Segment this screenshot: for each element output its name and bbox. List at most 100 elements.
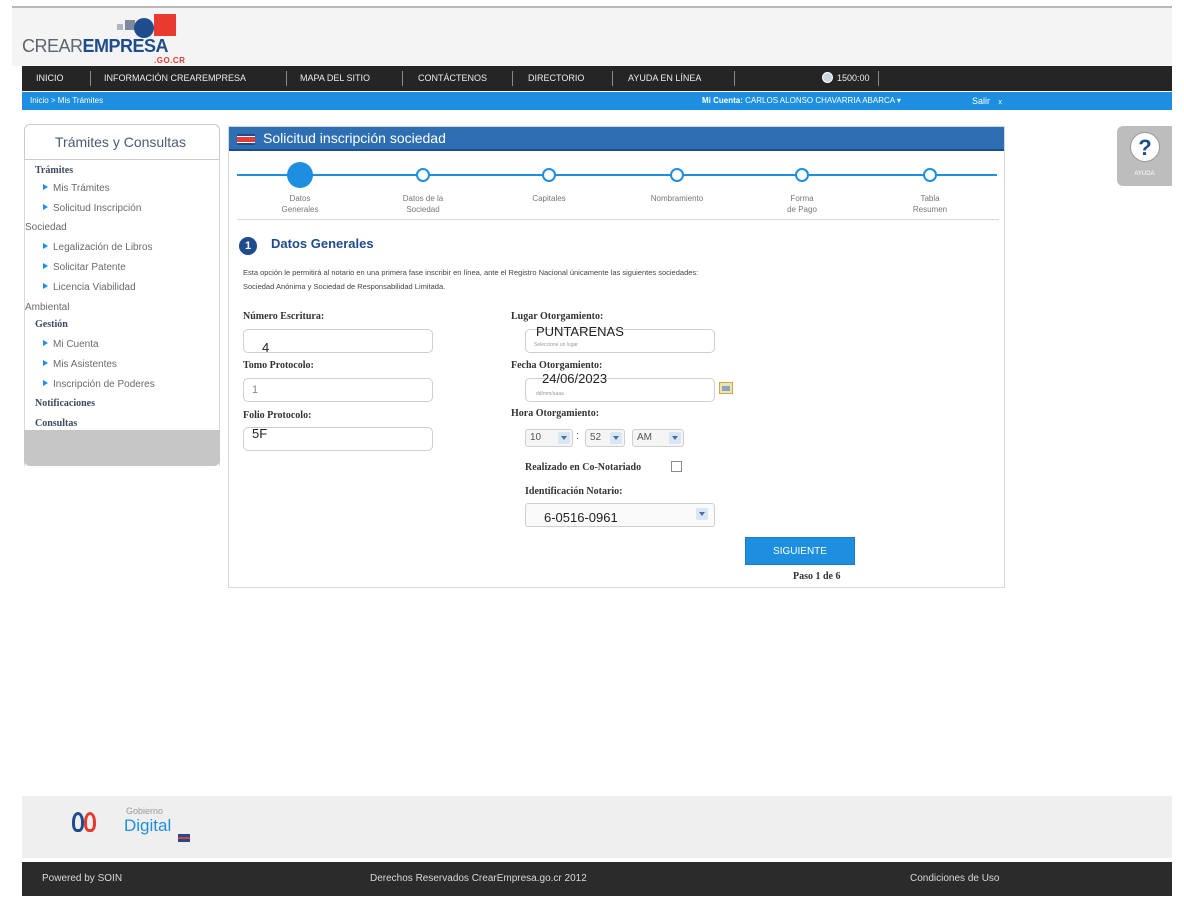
nav-informacion[interactable]: INFORMACIÓN CREAREMPRESA — [104, 66, 246, 91]
logout-link[interactable]: Salir x — [972, 92, 1002, 112]
gobierno-digital-logo-icon — [72, 806, 102, 836]
nav-ayuda[interactable]: AYUDA EN LÍNEA — [628, 66, 701, 91]
panel-title: Solicitud inscripción sociedad — [263, 130, 446, 146]
minuto-select[interactable]: 52 — [585, 429, 625, 447]
step-6-dot[interactable] — [923, 168, 937, 182]
account-menu[interactable]: Mi Cuenta: CARLOS ALONSO CHAVARRIA ABARC… — [702, 92, 901, 110]
hora-select[interactable]: 10 — [525, 429, 573, 447]
fecha-otorgamiento-input[interactable]: 24/06/2023 dd/mm/aaaa — [525, 371, 715, 402]
hora-select-value: 10 — [530, 432, 542, 443]
sidebar-item-mi-cuenta[interactable]: Mi Cuenta — [43, 339, 99, 350]
logo-circle — [134, 18, 154, 38]
main-nav: INICIO INFORMACIÓN CREAREMPRESA MAPA DEL… — [22, 66, 1172, 91]
step-2-dot[interactable] — [416, 168, 430, 182]
chevron-down-icon — [610, 432, 622, 444]
lugar-otorgamiento-label: Lugar Otorgamiento: — [511, 311, 604, 322]
sidebar-item-licencia[interactable]: Licencia Viabilidad — [43, 282, 136, 293]
step-5-dot[interactable] — [795, 168, 809, 182]
powered-by: Powered by SOIN — [42, 873, 123, 884]
sidebar-item-asistentes[interactable]: Mis Asistentes — [43, 359, 117, 370]
folio-protocolo-input[interactable]: 5F — [243, 426, 433, 451]
minuto-select-value: 52 — [590, 432, 602, 443]
gobierno-digital-big: Digital — [124, 816, 172, 835]
gobierno-digital-small: Gobierno — [126, 806, 164, 816]
chevron-down-icon — [696, 508, 708, 520]
session-timer-value: 1500:00 — [837, 73, 870, 83]
account-name: CARLOS ALONSO CHAVARRIA ABARCA — [745, 96, 895, 105]
nav-separator — [612, 71, 613, 86]
sidebar-item-label: Solicitud Inscripción — [53, 203, 142, 214]
account-label: Mi Cuenta: — [702, 96, 743, 105]
sidebar-item-legalizacion[interactable]: Legalización de Libros — [43, 242, 153, 253]
terms-link[interactable]: Condiciones de Uso — [910, 862, 1000, 896]
clock-icon — [822, 72, 833, 83]
nav-contactenos[interactable]: CONTÁCTENOS — [418, 66, 487, 91]
sidebar-section-notificaciones[interactable]: Notificaciones — [35, 398, 95, 409]
identificacion-notario-select[interactable]: 6-0516-0961 — [525, 503, 715, 527]
sidebar-title-box: Trámites y Consultas — [24, 124, 220, 160]
sidebar-section-sociedad: Sociedad — [25, 222, 67, 233]
lugar-otorgamiento-input[interactable]: PUNTARENAS Seleccione un lugar — [525, 324, 715, 353]
sidebar-item-solicitud[interactable]: Solicitud Inscripción — [43, 203, 141, 214]
notario-dropdown-toggle[interactable] — [690, 506, 710, 524]
sidebar-item-label: Mis Asistentes — [53, 359, 117, 370]
crearempresa-logo[interactable]: CREAREMPRESA .GO.CR — [22, 14, 192, 65]
step-count: Paso 1 de 6 — [793, 571, 841, 582]
step-2-label: Datos de la Sociedad — [378, 193, 468, 215]
logo-mark-red — [84, 812, 96, 832]
step-label-line1: Capitales — [532, 194, 566, 203]
step-3-dot[interactable] — [542, 168, 556, 182]
logo-word-bold: EMPRESA — [82, 36, 169, 56]
flag-icon — [178, 834, 190, 842]
footer-bar: Powered by SOIN Derechos Reservados Crea… — [22, 862, 1172, 896]
step-4-dot[interactable] — [670, 168, 684, 182]
logout-label: Salir — [972, 96, 991, 106]
sidebar-bottom — [24, 430, 220, 466]
sidebar-item-poderes[interactable]: Inscripción de Poderes — [43, 379, 155, 390]
nav-separator — [512, 71, 513, 86]
logo-mark-blue — [72, 812, 84, 832]
sidebar-section-ambiental: Ambiental — [25, 302, 70, 313]
folio-protocolo-value: 5F — [252, 426, 268, 441]
tomo-protocolo-input[interactable]: 1 — [243, 378, 433, 402]
breadcrumb[interactable]: Inicio > Mis Trámites — [30, 92, 103, 110]
flag-stripe-blue-bottom — [237, 143, 255, 145]
step-label-line1: Nombramiento — [650, 194, 704, 203]
logo-square-red — [154, 14, 176, 36]
sidebar-item-mis-tramites[interactable]: Mis Trámites — [43, 183, 110, 194]
nav-directorio[interactable]: DIRECTORIO — [528, 66, 584, 91]
numero-escritura-input[interactable]: 4 — [243, 329, 433, 355]
panel-header: Solicitud inscripción sociedad — [229, 127, 1004, 151]
chevron-down-icon — [558, 432, 570, 444]
close-icon: x — [998, 99, 1003, 106]
sidebar-item-patente[interactable]: Solicitar Patente — [43, 262, 126, 273]
tomo-protocolo-label: Tomo Protocolo: — [243, 360, 314, 371]
time-colon: : — [576, 430, 580, 442]
calendar-icon[interactable] — [719, 382, 733, 394]
sidebar-item-label: Mi Cuenta — [53, 339, 99, 350]
ampm-select[interactable]: AM — [632, 429, 684, 447]
nav-mapa[interactable]: MAPA DEL SITIO — [300, 66, 370, 91]
triangle-right-icon — [43, 263, 48, 269]
step-label-line1: Datos de la — [402, 194, 444, 203]
sidebar-item-label: Inscripción de Poderes — [53, 379, 155, 390]
conotariado-checkbox[interactable] — [671, 461, 682, 472]
step-1-dot[interactable] — [287, 162, 313, 188]
hora-otorgamiento-label: Hora Otorgamiento: — [511, 408, 600, 419]
sidebar-section-gestion: Gestión — [35, 319, 68, 330]
triangle-right-icon — [43, 184, 48, 190]
help-button[interactable]: ? AYUDA — [1117, 126, 1172, 186]
siguiente-button[interactable]: SIGUIENTE — [745, 537, 855, 565]
section-title: Datos Generales — [271, 236, 374, 251]
numero-escritura-value: 4 — [262, 340, 270, 355]
session-timer: 1500:00 — [822, 66, 870, 91]
sidebar-section-consultas[interactable]: Consultas — [35, 418, 77, 429]
step-label-line1: Tabla — [920, 194, 940, 203]
nav-inicio[interactable]: INICIO — [36, 66, 64, 91]
sidebar-item-label: Solicitar Patente — [53, 262, 126, 273]
triangle-right-icon — [43, 340, 48, 346]
logo-domain: .GO.CR — [154, 56, 186, 65]
user-bar: Inicio > Mis Trámites Mi Cuenta: CARLOS … — [22, 92, 1172, 110]
question-icon: ? — [1130, 132, 1160, 162]
logo-wordmark: CREAREMPRESA — [22, 36, 169, 57]
